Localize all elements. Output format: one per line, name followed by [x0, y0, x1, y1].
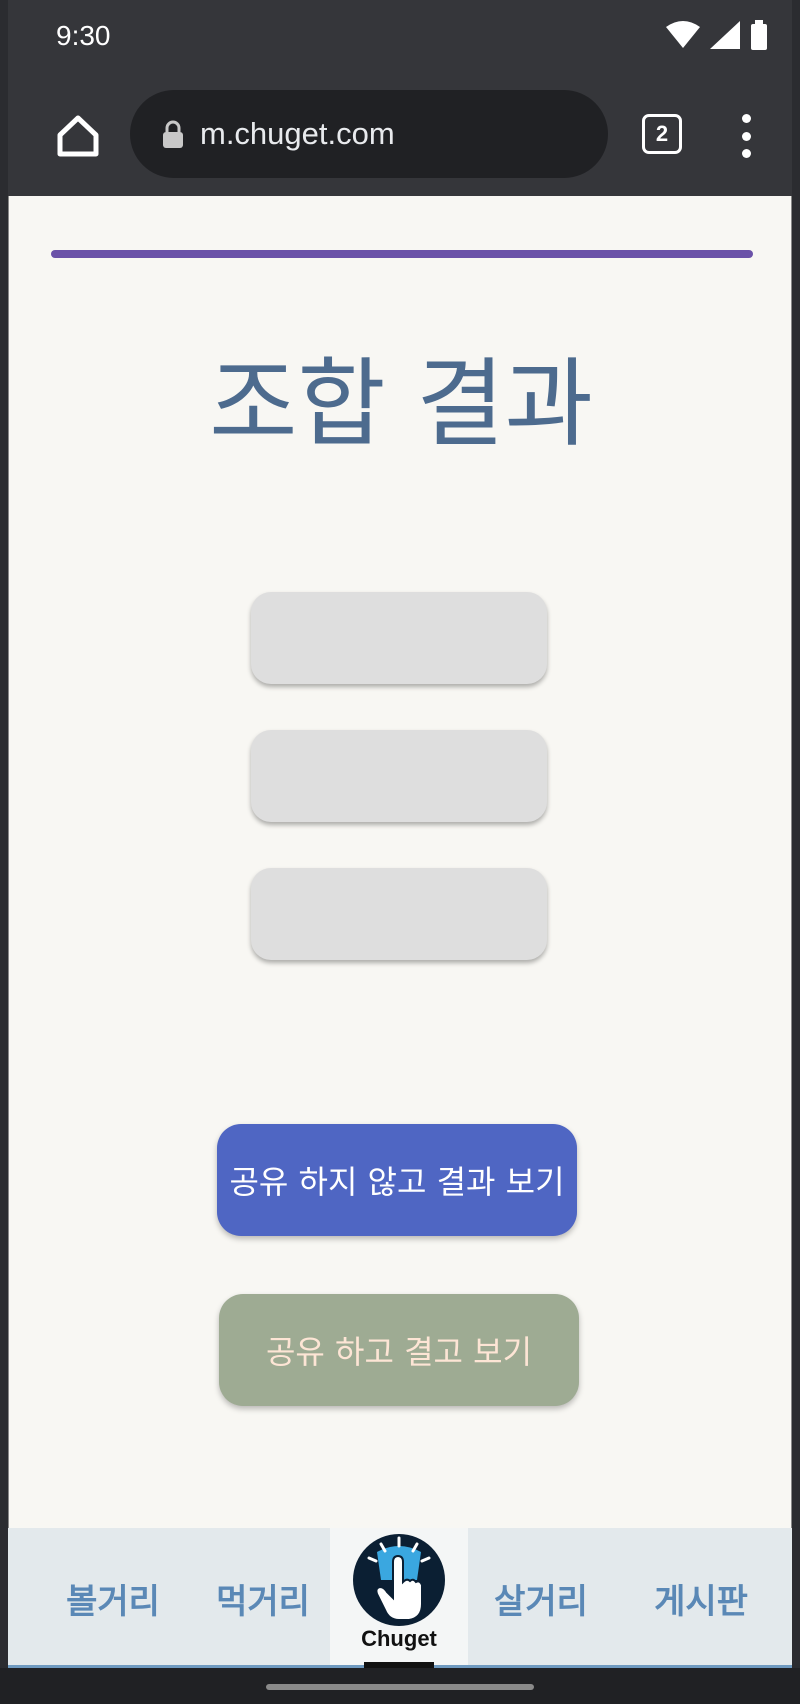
browser-menu-button[interactable] — [736, 114, 756, 158]
chuget-logo-icon — [353, 1534, 445, 1626]
menu-dot-icon — [741, 131, 751, 141]
status-bar: 9:30 — [8, 0, 792, 76]
gesture-handle[interactable] — [266, 1684, 534, 1690]
accent-divider — [51, 250, 753, 258]
battery-icon — [751, 20, 767, 50]
page-content: 조합 결과 공유 하지 않고 결과 보기 공유 하고 결고 보기 — [8, 196, 792, 1668]
bottom-nav: 볼거리 먹거리 Chuget 살거리 게시판 — [8, 1528, 792, 1668]
share-and-view-result-button[interactable]: 공유 하고 결고 보기 — [219, 1294, 579, 1406]
tab-switcher-button[interactable]: 2 — [642, 114, 682, 154]
logo-text: Chuget — [361, 1626, 437, 1651]
result-slot-2 — [251, 730, 547, 822]
url-bar[interactable]: m.chuget.com — [130, 90, 608, 178]
result-slot-3 — [251, 868, 547, 960]
signal-icon — [710, 21, 740, 49]
page-title: 조합 결과 — [209, 348, 593, 460]
url-text: m.chuget.com — [200, 116, 395, 151]
nav-item-shopping[interactable]: 살거리 — [466, 1528, 616, 1668]
nav-item-sights[interactable]: 볼거리 — [28, 1528, 198, 1668]
system-gesture-bar — [0, 1668, 800, 1704]
menu-dot-icon — [741, 114, 751, 123]
result-slot-1 — [251, 592, 547, 684]
status-time: 9:30 — [56, 20, 111, 51]
browser-toolbar: m.chuget.com 2 — [8, 76, 792, 196]
status-icons — [666, 20, 768, 50]
home-icon — [57, 115, 99, 157]
lock-icon — [163, 120, 183, 148]
view-result-without-sharing-button[interactable]: 공유 하지 않고 결과 보기 — [217, 1124, 577, 1236]
wifi-icon — [666, 21, 700, 48]
home-button[interactable] — [48, 106, 108, 166]
nav-item-food[interactable]: 먹거리 — [188, 1528, 338, 1668]
nav-home-logo[interactable]: Chuget — [330, 1528, 468, 1668]
nav-item-board[interactable]: 게시판 — [616, 1528, 786, 1668]
menu-dot-icon — [741, 149, 751, 158]
